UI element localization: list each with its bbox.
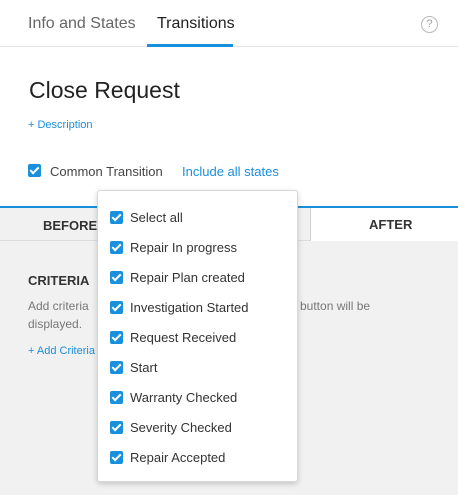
dropdown-item[interactable]: Repair In progress: [110, 240, 290, 256]
checkbox[interactable]: [110, 451, 123, 464]
dropdown-item-label: Severity Checked: [130, 420, 232, 435]
dropdown-item[interactable]: Severity Checked: [110, 420, 290, 436]
page-title: Close Request: [29, 77, 180, 103]
tab-before[interactable]: BEFORE: [43, 218, 97, 233]
dropdown-item[interactable]: Repair Plan created: [110, 270, 290, 286]
common-transition-checkbox[interactable]: [28, 164, 41, 177]
include-all-states-link[interactable]: Include all states: [182, 164, 279, 179]
tab-transitions[interactable]: Transitions: [157, 15, 235, 33]
dropdown-item[interactable]: Warranty Checked: [110, 390, 290, 406]
active-tab-indicator: [147, 44, 233, 47]
checkbox[interactable]: [110, 211, 123, 224]
tab-after-label: AFTER: [369, 217, 413, 232]
checkbox[interactable]: [110, 361, 123, 374]
checkbox[interactable]: [110, 301, 123, 314]
add-criteria-link[interactable]: + Add Criteria: [28, 345, 95, 357]
checkbox[interactable]: [110, 241, 123, 254]
dropdown-item-label: Select all: [130, 210, 183, 225]
states-dropdown: Select all Repair In progress Repair Pla…: [97, 190, 298, 482]
help-icon[interactable]: ?: [421, 16, 438, 33]
dropdown-item[interactable]: Request Received: [110, 330, 290, 346]
checkbox[interactable]: [110, 331, 123, 344]
tab-info-and-states[interactable]: Info and States: [28, 15, 136, 33]
common-transition-label: Common Transition: [50, 164, 163, 179]
dropdown-item[interactable]: Investigation Started: [110, 300, 290, 316]
dropdown-item-select-all[interactable]: Select all: [110, 210, 290, 226]
checkbox[interactable]: [110, 271, 123, 284]
checkbox[interactable]: [110, 421, 123, 434]
dropdown-item-label: Start: [130, 360, 158, 375]
add-description-link[interactable]: + Description: [28, 119, 93, 131]
dropdown-item-label: Repair Plan created: [130, 270, 245, 285]
transition-editor: Info and States Transitions ? Close Requ…: [0, 0, 458, 495]
dropdown-item-label: Investigation Started: [130, 300, 249, 315]
dropdown-item-label: Repair In progress: [130, 240, 237, 255]
dropdown-item-label: Request Received: [130, 330, 237, 345]
criteria-heading: CRITERIA: [28, 273, 90, 288]
dropdown-item-label: Warranty Checked: [130, 390, 238, 405]
tab-bar: Info and States Transitions ?: [0, 0, 458, 47]
dropdown-item-label: Repair Accepted: [130, 450, 226, 465]
dropdown-item[interactable]: Start: [110, 360, 290, 376]
tab-after[interactable]: AFTER: [310, 208, 458, 241]
criteria-description: Add criteria: [28, 299, 89, 313]
criteria-description-end: displayed.: [28, 317, 83, 331]
dropdown-item[interactable]: Repair Accepted: [110, 450, 290, 466]
criteria-description-continued: button will be: [300, 299, 371, 313]
checkbox[interactable]: [110, 391, 123, 404]
